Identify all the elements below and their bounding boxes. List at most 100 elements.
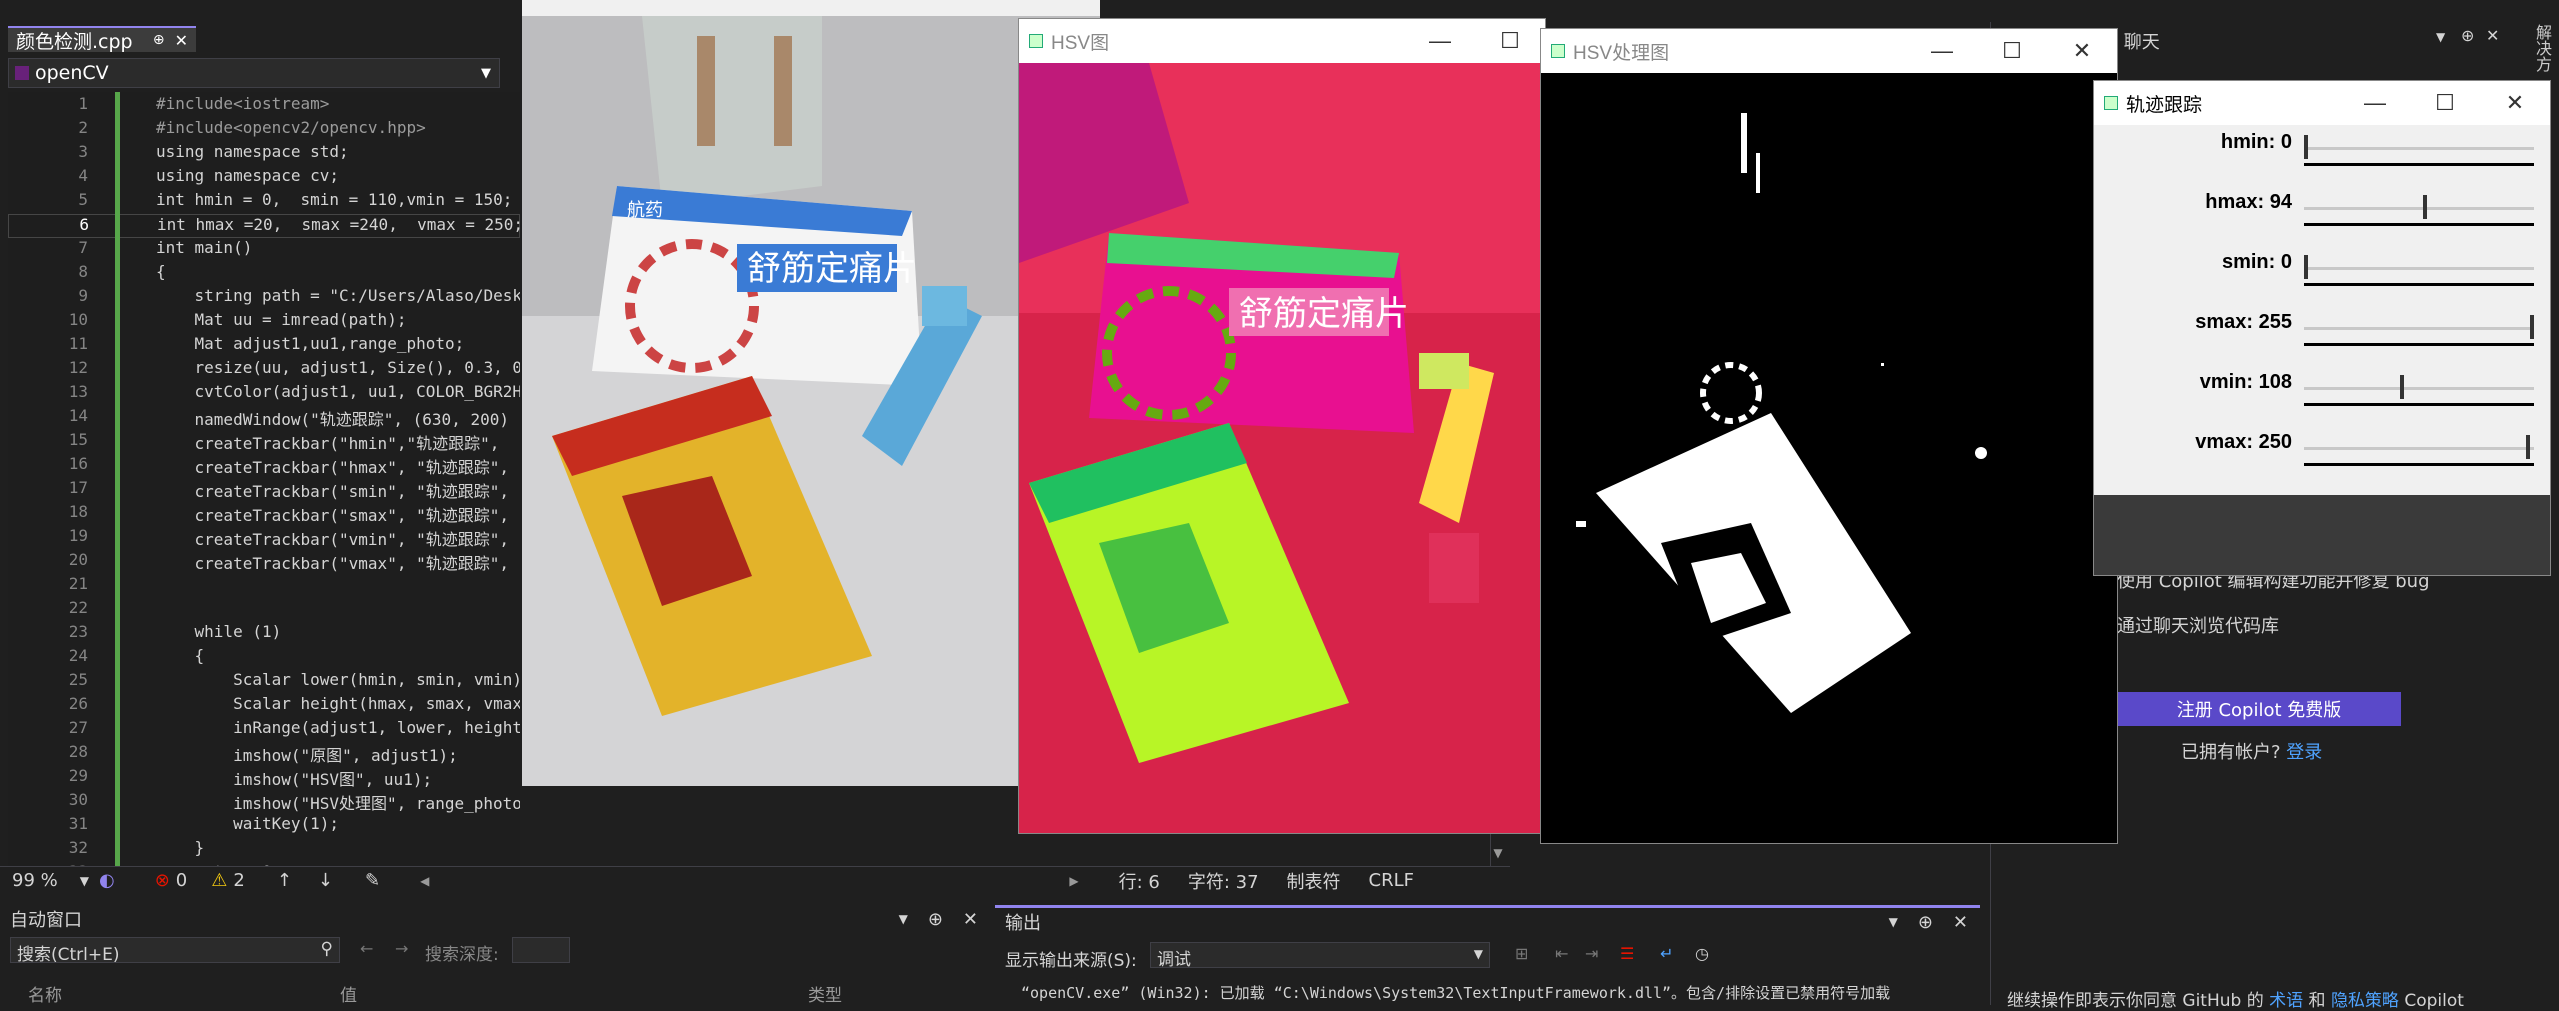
pin-icon[interactable]: ⊕ xyxy=(928,909,943,930)
trackbar-thumb[interactable] xyxy=(2422,195,2427,219)
close-icon[interactable]: ✕ xyxy=(1953,912,1968,933)
hsv-titlebar[interactable]: HSV图 — ☐ xyxy=(1019,19,1545,63)
word-wrap-icon[interactable]: ↵ xyxy=(1660,944,1673,963)
original-window-titlebar[interactable] xyxy=(522,0,1100,16)
search-icon[interactable]: ⚲ xyxy=(321,939,333,959)
close-icon[interactable]: ✕ xyxy=(2047,38,2117,64)
pin-icon[interactable]: ⊕ xyxy=(1918,912,1933,933)
trackbar-titlebar[interactable]: 轨迹跟踪 — ☐ ✕ xyxy=(2094,81,2550,125)
minimize-icon[interactable]: — xyxy=(1405,28,1475,54)
next-icon[interactable]: ⇥ xyxy=(1585,944,1598,963)
code-line[interactable]: 5 int hmin = 0, smin = 110,vmin = 150; xyxy=(8,190,520,214)
scope-dropdown[interactable]: openCV ▼ xyxy=(8,58,500,88)
trackbar-track[interactable] xyxy=(2304,207,2534,210)
brush-icon[interactable]: ◐ xyxy=(99,870,115,891)
code-editor[interactable]: 1 #include<iostream> 2 #include<opencv2/ope… xyxy=(8,92,520,867)
forward-arrow-icon[interactable]: → xyxy=(395,939,408,958)
line-ending[interactable]: CRLF xyxy=(1369,870,1414,891)
code-line[interactable]: 30 imshow("HSV处理图", range_photo); xyxy=(8,790,520,814)
close-icon[interactable]: ✕ xyxy=(2486,26,2499,45)
pin-icon[interactable]: ⊕ xyxy=(2461,26,2474,45)
code-line[interactable]: 9 string path = "C:/Users/Alaso/Desk xyxy=(8,286,520,310)
code-line[interactable]: 15 createTrackbar("hmin","轨迹跟踪", xyxy=(8,430,520,454)
processed-titlebar[interactable]: HSV处理图 — ☐ ✕ xyxy=(1541,29,2117,73)
code-line[interactable]: 1 #include<iostream> xyxy=(8,94,520,118)
hsv-processed-window[interactable]: HSV处理图 — ☐ ✕ xyxy=(1540,28,2118,844)
editor-tab[interactable]: 颜色检测.cpp ⊕ ✕ xyxy=(8,26,196,53)
code-line[interactable]: 22 xyxy=(8,598,520,622)
code-line[interactable]: 25 Scalar lower(hmin, smin, vmin) xyxy=(8,670,520,694)
arrow-up-icon[interactable]: ↑ xyxy=(277,870,292,891)
clear-all-icon[interactable]: ☰ xyxy=(1620,944,1634,963)
code-line[interactable]: 10 Mat uu = imread(path); xyxy=(8,310,520,334)
code-line[interactable]: 4 using namespace cv; xyxy=(8,166,520,190)
scroll-left-icon[interactable]: ◀ xyxy=(420,874,429,888)
code-line[interactable]: 24 { xyxy=(8,646,520,670)
cleanup-icon[interactable]: ✎ xyxy=(365,870,380,891)
code-line[interactable]: 18 createTrackbar("smax", "轨迹跟踪", xyxy=(8,502,520,526)
original-image-window[interactable]: 舒筋定痛片 航药 xyxy=(522,0,1100,786)
warning-icon[interactable]: ⚠ xyxy=(211,870,227,891)
find-icon[interactable]: ⊞ xyxy=(1515,944,1528,963)
trackbar-track[interactable] xyxy=(2304,327,2534,330)
code-line[interactable]: 16 createTrackbar("hmax", "轨迹跟踪", xyxy=(8,454,520,478)
privacy-link[interactable]: 隐私策略 xyxy=(2331,991,2399,1011)
code-line[interactable]: 3 using namespace std; xyxy=(8,142,520,166)
copilot-item-browse[interactable]: 通过聊天浏览代码库 xyxy=(2117,612,2279,638)
back-arrow-icon[interactable]: ← xyxy=(360,939,373,958)
trackbar-thumb[interactable] xyxy=(2530,315,2534,339)
code-line[interactable]: 27 inRange(adjust1, lower, height xyxy=(8,718,520,742)
code-line[interactable]: 31 waitKey(1); xyxy=(8,814,520,838)
trackbar-track[interactable] xyxy=(2304,447,2534,450)
trackbar-window[interactable]: 轨迹跟踪 — ☐ ✕ hmin: 0 hmax: 94 smin: 0 smax: 2… xyxy=(2093,80,2551,576)
hsv-window[interactable]: HSV图 — ☐ 舒筋定痛片 xyxy=(1018,18,1546,834)
prev-icon[interactable]: ⇤ xyxy=(1555,944,1568,963)
code-line[interactable]: 7 int main() xyxy=(8,238,520,262)
trackbar-thumb[interactable] xyxy=(2304,135,2308,159)
autos-search-input[interactable]: 搜索(Ctrl+E) ⚲ xyxy=(10,937,340,965)
minimize-icon[interactable]: — xyxy=(2340,90,2410,116)
code-line[interactable]: 19 createTrackbar("vmin", "轨迹跟踪", xyxy=(8,526,520,550)
code-line[interactable]: 26 Scalar height(hmax, smax, vmax xyxy=(8,694,520,718)
code-line[interactable]: 12 resize(uu, adjust1, Size(), 0.3, 0 xyxy=(8,358,520,382)
chevron-down-icon[interactable]: ▼ xyxy=(1889,915,1898,929)
code-line[interactable]: 6 int hmax =20, smax =240, vmax = 250; xyxy=(8,214,520,238)
indent-mode[interactable]: 制表符 xyxy=(1287,868,1341,894)
maximize-icon[interactable]: ☐ xyxy=(1475,28,1545,54)
chevron-down-icon[interactable]: ▼ xyxy=(80,874,89,888)
trackbar-thumb[interactable] xyxy=(2525,435,2530,459)
minimize-icon[interactable]: — xyxy=(1907,38,1977,64)
trackbar-thumb[interactable] xyxy=(2399,375,2404,399)
code-line[interactable]: 32 } xyxy=(8,838,520,862)
output-source-select[interactable]: 调试 ▼ xyxy=(1150,942,1490,970)
code-line[interactable]: 8{ xyxy=(8,262,520,286)
copilot-signup-button[interactable]: 注册 Copilot 免费版 xyxy=(2117,692,2401,726)
code-line[interactable]: 28 imshow("原图", adjust1); xyxy=(8,742,520,766)
clock-icon[interactable]: ◷ xyxy=(1695,944,1709,963)
close-icon[interactable]: ✕ xyxy=(963,909,978,930)
error-icon[interactable]: ⊗ xyxy=(155,870,170,891)
chevron-down-icon[interactable]: ▼ xyxy=(2436,30,2445,44)
trackbar-track[interactable] xyxy=(2304,267,2534,270)
code-line[interactable]: 23 while (1) xyxy=(8,622,520,646)
code-line[interactable]: 20 createTrackbar("vmax", "轨迹跟踪", xyxy=(8,550,520,574)
maximize-icon[interactable]: ☐ xyxy=(2410,90,2480,116)
code-line[interactable]: 29 imshow("HSV图", uu1); xyxy=(8,766,520,790)
chevron-down-icon[interactable]: ▼ xyxy=(899,912,908,926)
close-icon[interactable]: ✕ xyxy=(175,31,188,50)
code-line[interactable]: 13 cvtColor(adjust1, uu1, COLOR_BGR2H xyxy=(8,382,520,406)
code-line[interactable]: 2 #include<opencv2/opencv.hpp> xyxy=(8,118,520,142)
search-depth-select[interactable] xyxy=(512,937,570,963)
zoom-level[interactable]: 99 % xyxy=(12,870,58,891)
code-line[interactable]: 14 namedWindow("轨迹跟踪", (630, 200) xyxy=(8,406,520,430)
trackbar-thumb[interactable] xyxy=(2304,255,2308,279)
scroll-right-icon[interactable]: ▶ xyxy=(1069,874,1078,888)
terms-link[interactable]: 术语 xyxy=(2269,991,2303,1011)
login-link[interactable]: 登录 xyxy=(2286,742,2322,763)
close-icon[interactable]: ✕ xyxy=(2480,90,2550,116)
scroll-down-icon[interactable]: ▼ xyxy=(1488,846,1508,862)
pin-icon[interactable]: ⊕ xyxy=(153,32,165,48)
code-line[interactable]: 21 xyxy=(8,574,520,598)
maximize-icon[interactable]: ☐ xyxy=(1977,38,2047,64)
code-line[interactable]: 11 Mat adjust1,uu1,range_photo; xyxy=(8,334,520,358)
